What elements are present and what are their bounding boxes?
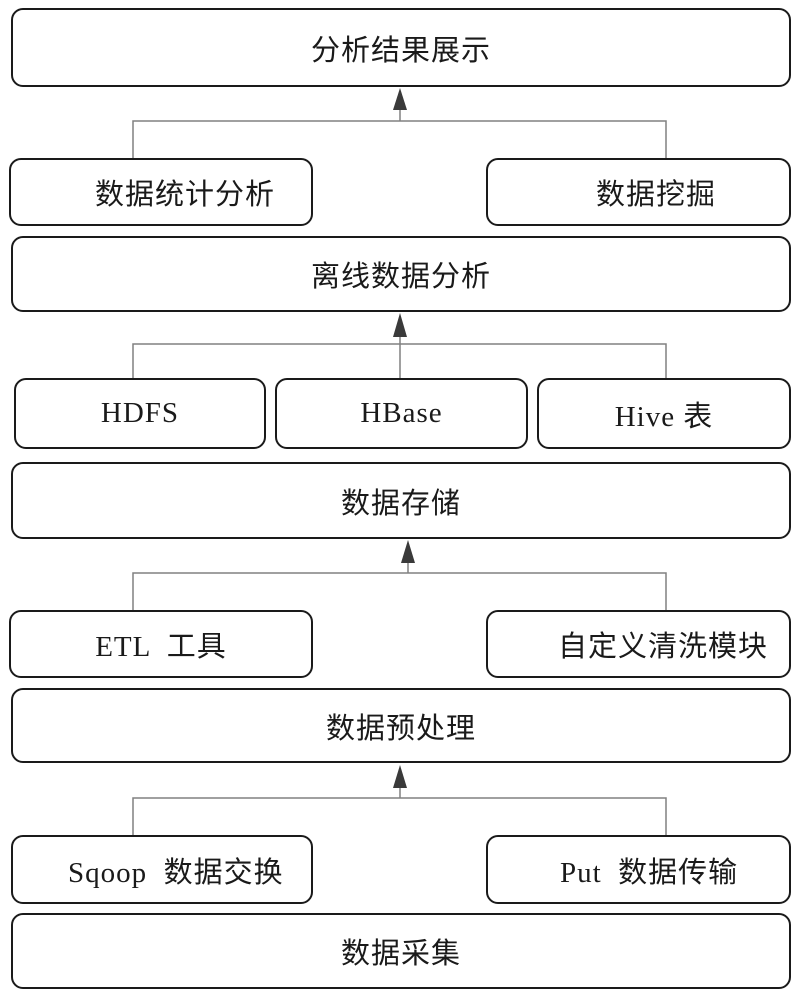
layer-offline-label: 离线数据分析: [310, 261, 491, 293]
layer-collect-label: 数据采集: [340, 938, 461, 970]
component-etl-label: ETL 工具: [95, 631, 227, 663]
component-stat-box: 数据统计分析: [9, 158, 313, 226]
component-put-label: Put 数据传输: [560, 856, 739, 889]
layer-collect-box: 数据采集: [11, 913, 791, 989]
component-hbase-label: HBase: [360, 397, 443, 429]
component-hbase-box: HBase: [275, 378, 528, 449]
component-clean-label: 自定义清洗模块: [558, 631, 769, 663]
component-put-box: Put 数据传输: [486, 835, 791, 904]
connector-to-storage: [132, 540, 667, 610]
layer-result-box: 分析结果展示: [11, 8, 791, 87]
component-hive-box: Hive 表: [537, 378, 791, 449]
connector-to-preprocess: [132, 765, 667, 835]
layer-offline-box: 离线数据分析: [11, 236, 791, 312]
arrow-up-icon: [393, 88, 407, 110]
component-hive-label: Hive 表: [614, 400, 714, 433]
component-stat-label: 数据统计分析: [95, 179, 276, 211]
connector-to-offline: [132, 313, 667, 378]
component-mining-label: 数据挖掘: [596, 179, 717, 211]
layer-preprocess-box: 数据预处理: [11, 688, 791, 763]
component-sqoop-box: Sqoop 数据交换: [11, 835, 313, 904]
layer-storage-box: 数据存储: [11, 462, 791, 539]
component-sqoop-label: Sqoop 数据交换: [68, 856, 284, 889]
component-hdfs-box: HDFS: [14, 378, 266, 449]
layer-preprocess-label: 数据预处理: [325, 712, 476, 745]
component-etl-box: ETL 工具: [9, 610, 313, 678]
arrow-up-icon: [393, 313, 407, 337]
arrow-up-icon: [401, 540, 415, 563]
component-mining-box: 数据挖掘: [486, 158, 791, 226]
component-hdfs-label: HDFS: [100, 397, 180, 429]
connector-to-result: [132, 88, 667, 158]
component-clean-box: 自定义清洗模块: [486, 610, 791, 678]
layer-storage-label: 数据存储: [340, 487, 461, 520]
layer-result-label: 分析结果展示: [310, 34, 491, 67]
arrow-up-icon: [393, 765, 407, 788]
